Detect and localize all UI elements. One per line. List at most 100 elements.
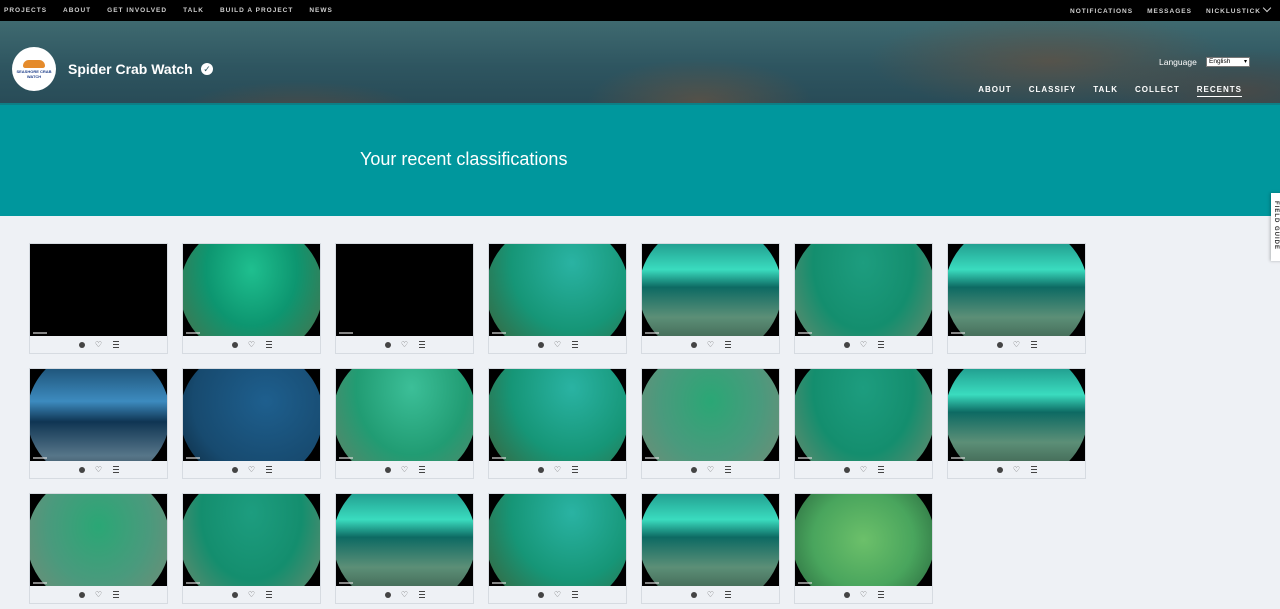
info-button[interactable] xyxy=(230,590,240,600)
favorite-button[interactable]: ♡ xyxy=(247,465,257,475)
subject-thumbnail[interactable] xyxy=(489,494,626,586)
add-to-collection-button[interactable] xyxy=(876,340,886,350)
nav-get-involved[interactable]: GET INVOLVED xyxy=(107,7,167,14)
info-button[interactable] xyxy=(77,590,87,600)
info-button[interactable] xyxy=(230,340,240,350)
subject-thumbnail[interactable] xyxy=(948,244,1085,336)
nav-projects[interactable]: PROJECTS xyxy=(4,7,47,14)
favorite-button[interactable]: ♡ xyxy=(706,590,716,600)
nav-notifications[interactable]: NOTIFICATIONS xyxy=(1070,8,1133,15)
project-logo[interactable]: SEASHORE CRAB WATCH xyxy=(12,47,56,91)
field-guide-tab[interactable]: FIELD GUIDE xyxy=(1271,193,1280,261)
subject-thumbnail[interactable] xyxy=(30,494,167,586)
subject-thumbnail[interactable] xyxy=(795,494,932,586)
add-to-collection-button[interactable] xyxy=(264,340,274,350)
subject-thumbnail[interactable] xyxy=(183,369,320,461)
favorite-button[interactable]: ♡ xyxy=(553,465,563,475)
info-button[interactable] xyxy=(536,465,546,475)
subject-thumbnail[interactable] xyxy=(795,244,932,336)
favorite-button[interactable]: ♡ xyxy=(1012,340,1022,350)
nav-talk[interactable]: TALK xyxy=(183,7,204,14)
subject-thumbnail[interactable] xyxy=(30,369,167,461)
subject-thumbnail[interactable] xyxy=(948,369,1085,461)
info-button[interactable] xyxy=(536,340,546,350)
add-to-collection-button[interactable] xyxy=(417,340,427,350)
favorite-button[interactable]: ♡ xyxy=(94,590,104,600)
favorite-button[interactable]: ♡ xyxy=(400,340,410,350)
favorite-button[interactable]: ♡ xyxy=(859,465,869,475)
add-to-collection-button[interactable] xyxy=(723,465,733,475)
favorite-button[interactable]: ♡ xyxy=(247,340,257,350)
subject-thumbnail[interactable] xyxy=(642,494,779,586)
subject-thumbnail[interactable] xyxy=(642,369,779,461)
list-icon xyxy=(418,591,425,598)
favorite-button[interactable]: ♡ xyxy=(859,340,869,350)
language-select[interactable]: English ▾ xyxy=(1206,57,1250,67)
add-to-collection-button[interactable] xyxy=(417,465,427,475)
project-nav-about[interactable]: ABOUT xyxy=(978,85,1011,97)
info-button[interactable] xyxy=(842,340,852,350)
add-to-collection-button[interactable] xyxy=(723,340,733,350)
info-button[interactable] xyxy=(842,465,852,475)
subject-thumbnail[interactable] xyxy=(336,369,473,461)
add-to-collection-button[interactable] xyxy=(417,590,427,600)
add-to-collection-button[interactable] xyxy=(570,590,580,600)
favorite-button[interactable]: ♡ xyxy=(400,465,410,475)
subject-thumbnail[interactable] xyxy=(183,244,320,336)
info-button[interactable] xyxy=(383,340,393,350)
favorite-button[interactable]: ♡ xyxy=(94,465,104,475)
project-nav-talk[interactable]: TALK xyxy=(1093,85,1118,97)
subject-thumbnail[interactable] xyxy=(795,369,932,461)
info-button[interactable] xyxy=(77,465,87,475)
user-menu[interactable]: NICKLUSTICK xyxy=(1206,3,1272,15)
project-title[interactable]: Spider Crab Watch xyxy=(68,61,193,77)
add-to-collection-button[interactable] xyxy=(570,340,580,350)
add-to-collection-button[interactable] xyxy=(876,465,886,475)
info-button[interactable] xyxy=(995,340,1005,350)
project-nav-classify[interactable]: CLASSIFY xyxy=(1029,85,1077,97)
favorite-button[interactable]: ♡ xyxy=(247,590,257,600)
nav-build-a-project[interactable]: BUILD A PROJECT xyxy=(220,7,293,14)
subject-thumbnail[interactable] xyxy=(489,369,626,461)
info-button[interactable] xyxy=(689,340,699,350)
add-to-collection-button[interactable] xyxy=(264,590,274,600)
add-to-collection-button[interactable] xyxy=(1029,465,1039,475)
favorite-button[interactable]: ♡ xyxy=(400,590,410,600)
info-button[interactable] xyxy=(536,590,546,600)
favorite-button[interactable]: ♡ xyxy=(1012,465,1022,475)
info-button[interactable] xyxy=(689,465,699,475)
info-button[interactable] xyxy=(77,340,87,350)
add-to-collection-button[interactable] xyxy=(570,465,580,475)
info-button[interactable] xyxy=(383,465,393,475)
project-nav-recents[interactable]: RECENTS xyxy=(1196,85,1242,97)
add-to-collection-button[interactable] xyxy=(876,590,886,600)
subject-thumbnail[interactable] xyxy=(336,244,473,336)
favorite-button[interactable]: ♡ xyxy=(553,340,563,350)
info-button[interactable] xyxy=(689,590,699,600)
nav-messages[interactable]: MESSAGES xyxy=(1147,8,1192,15)
favorite-button[interactable]: ♡ xyxy=(553,590,563,600)
add-to-collection-button[interactable] xyxy=(1029,340,1039,350)
nav-about[interactable]: ABOUT xyxy=(63,7,91,14)
info-button[interactable] xyxy=(230,465,240,475)
info-button[interactable] xyxy=(995,465,1005,475)
project-nav-collect[interactable]: COLLECT xyxy=(1135,85,1180,97)
add-to-collection-button[interactable] xyxy=(723,590,733,600)
info-button[interactable] xyxy=(842,590,852,600)
subject-thumbnail[interactable] xyxy=(30,244,167,336)
add-to-collection-button[interactable] xyxy=(264,465,274,475)
nav-news[interactable]: NEWS xyxy=(309,7,333,14)
favorite-button[interactable]: ♡ xyxy=(706,465,716,475)
favorite-button[interactable]: ♡ xyxy=(706,340,716,350)
info-button[interactable] xyxy=(383,590,393,600)
classification-card: ♡ xyxy=(488,493,627,604)
add-to-collection-button[interactable] xyxy=(111,465,121,475)
add-to-collection-button[interactable] xyxy=(111,340,121,350)
favorite-button[interactable]: ♡ xyxy=(94,340,104,350)
subject-thumbnail[interactable] xyxy=(183,494,320,586)
subject-thumbnail[interactable] xyxy=(336,494,473,586)
subject-thumbnail[interactable] xyxy=(489,244,626,336)
subject-thumbnail[interactable] xyxy=(642,244,779,336)
favorite-button[interactable]: ♡ xyxy=(859,590,869,600)
add-to-collection-button[interactable] xyxy=(111,590,121,600)
